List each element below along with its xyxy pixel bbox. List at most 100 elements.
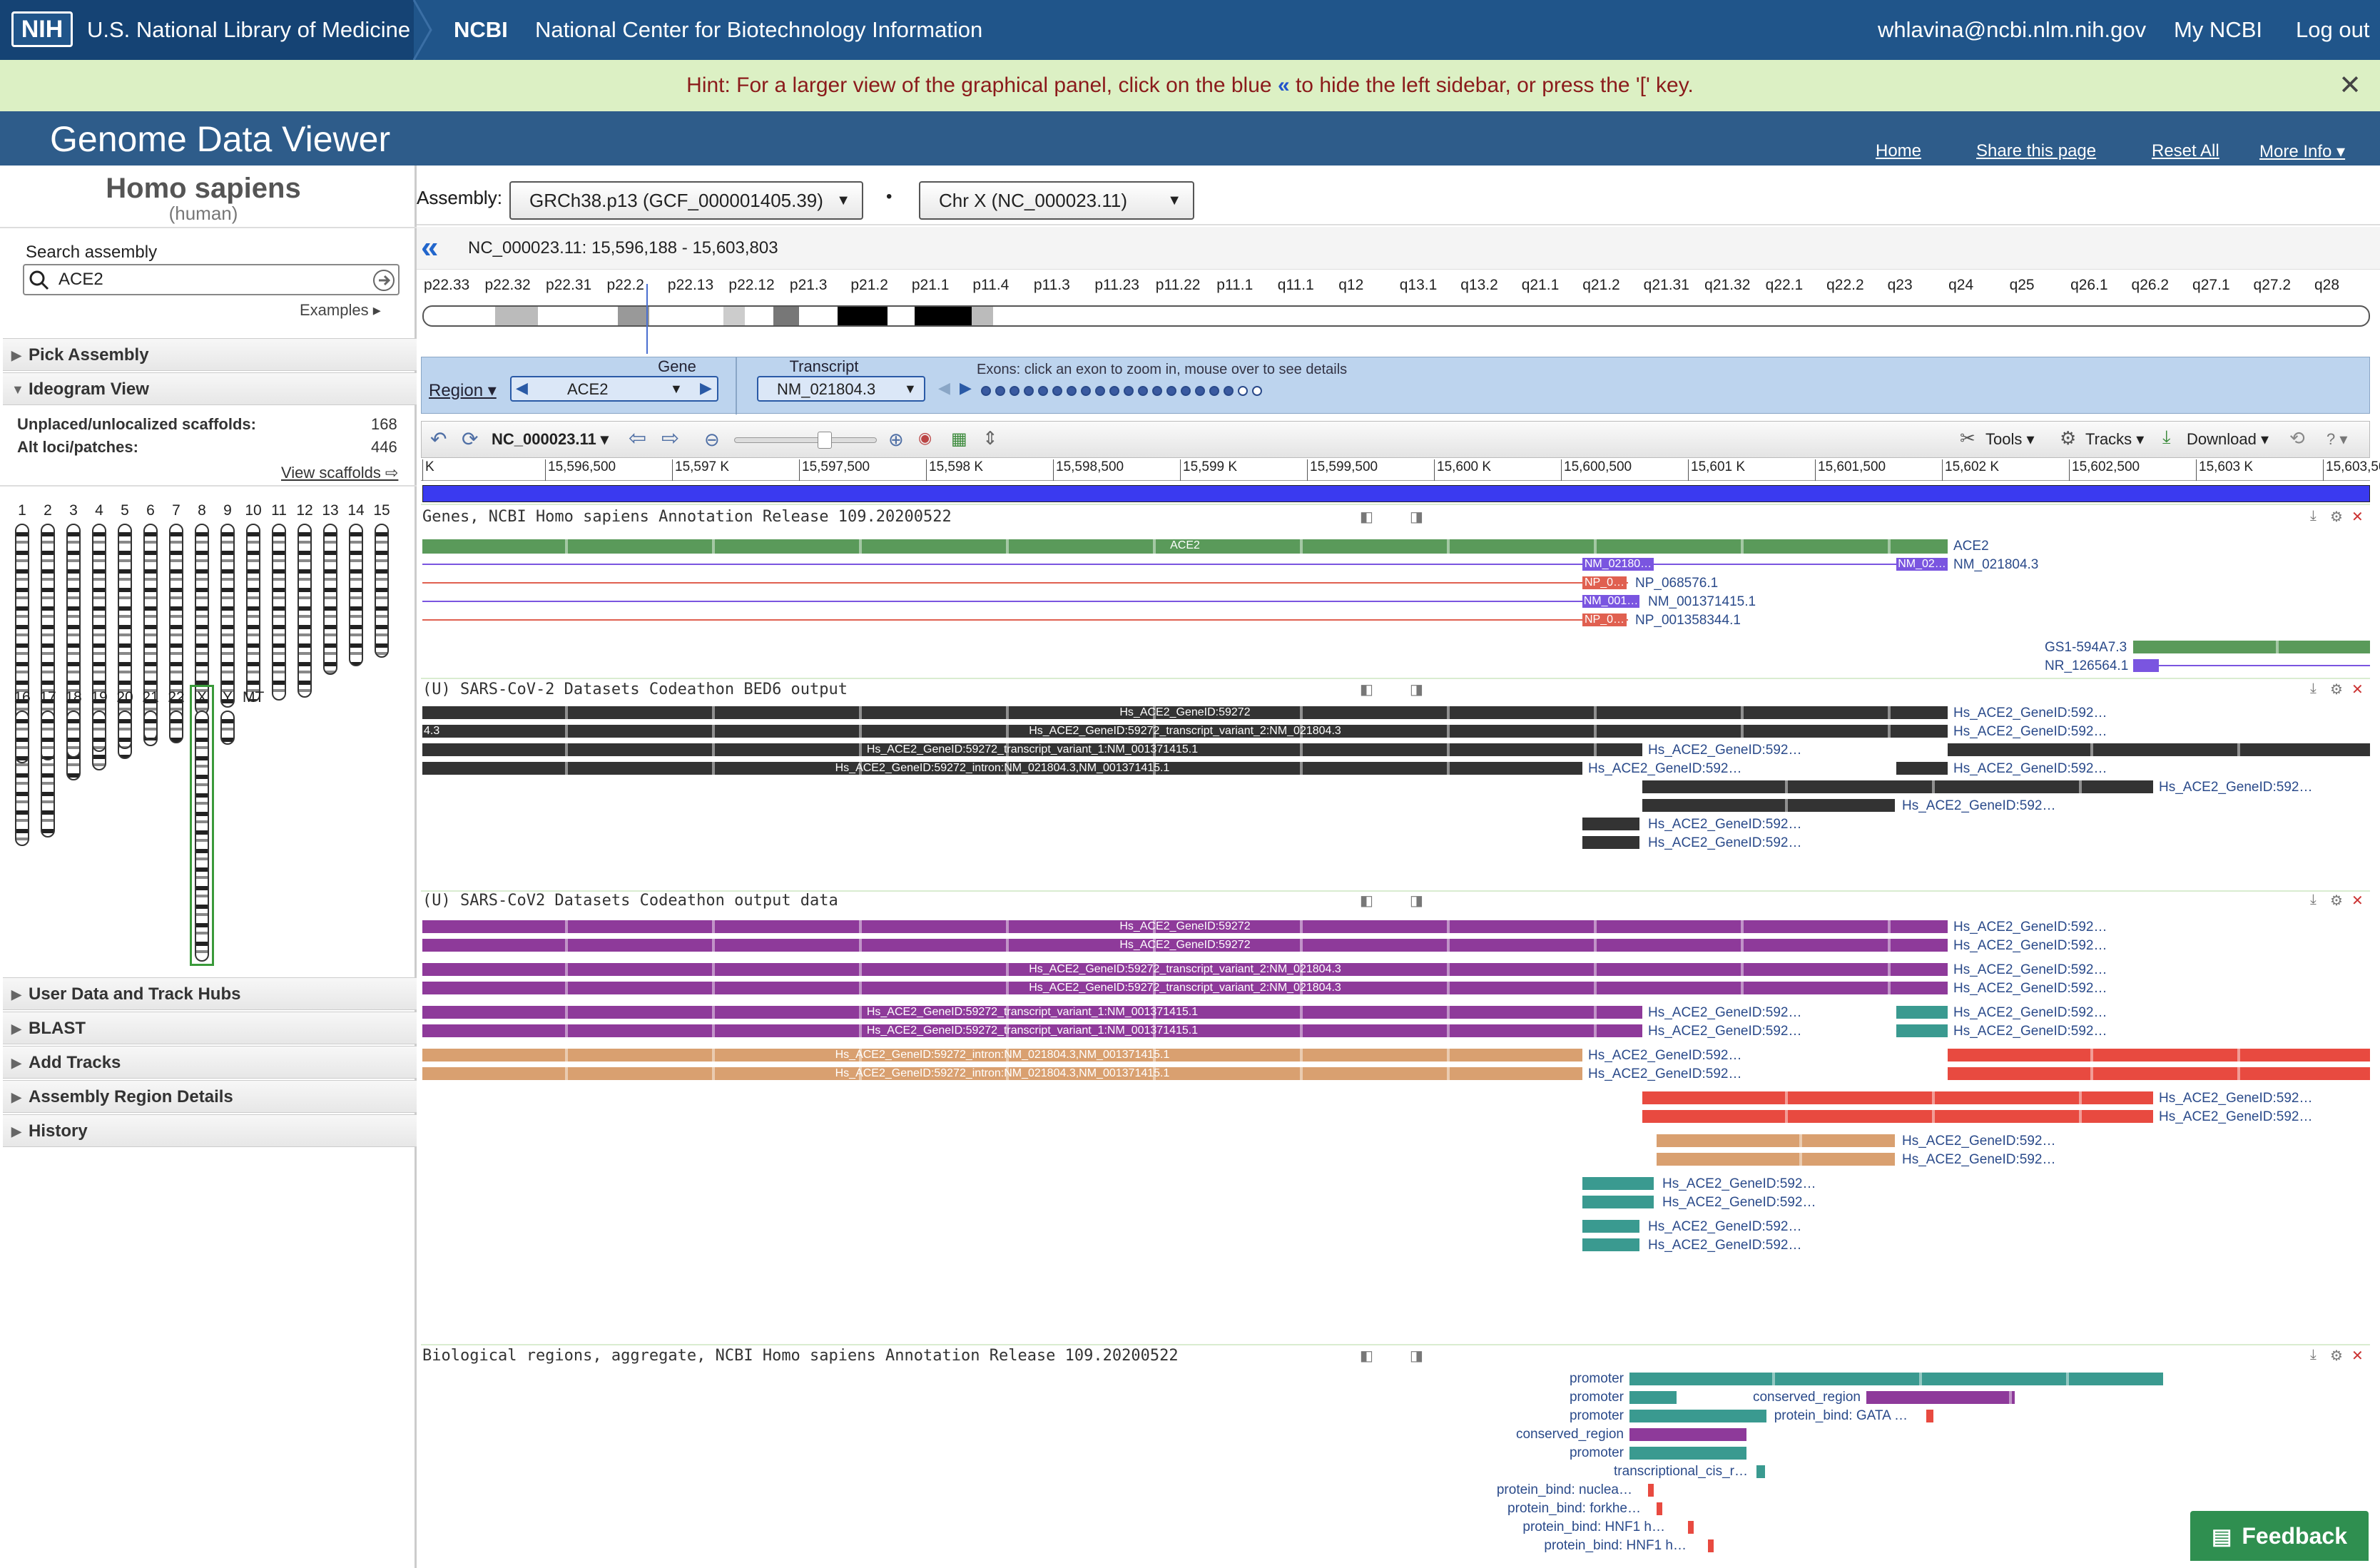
prev-exon-icon[interactable]: ◀	[938, 379, 950, 397]
track-collapse-icon[interactable]: ◧	[1360, 681, 1373, 698]
output-feature-label[interactable]: Hs_ACE2_GeneID:592…	[1953, 963, 2107, 977]
output-feature[interactable]	[1642, 1091, 2153, 1104]
bio-label[interactable]: protein_bind: forkhe…	[1427, 1501, 1641, 1517]
exon-dot[interactable]	[1138, 386, 1148, 396]
output-feature[interactable]: Hs_ACE2_GeneID:59272	[422, 939, 1948, 952]
chromosome-15[interactable]	[375, 524, 389, 658]
bed-feature-label[interactable]: Hs_ACE2_GeneID:592…	[1648, 836, 1801, 850]
output-feature-label[interactable]: Hs_ACE2_GeneID:592…	[2159, 1110, 2312, 1124]
zoom-out-icon[interactable]: ⊖	[704, 429, 720, 451]
output-feature-label[interactable]: Hs_ACE2_GeneID:592…	[1662, 1196, 1816, 1210]
exon-dot[interactable]	[995, 386, 1005, 396]
bio-label[interactable]: promoter	[1410, 1445, 1624, 1461]
tools-icon[interactable]: ✂	[1960, 427, 1975, 449]
bed-feature-label[interactable]: Hs_ACE2_GeneID:592…	[1953, 706, 2107, 721]
bed-feature[interactable]: 4.3 Hs_ACE2_GeneID:59272_transcript_varia…	[422, 725, 1948, 738]
track-settings-icon[interactable]: ⚙	[2330, 1347, 2343, 1365]
track-collapse-icon[interactable]: ◧	[1360, 508, 1373, 526]
bio-feature[interactable]	[1688, 1521, 1694, 1534]
track-expand-icon[interactable]: ◨	[1410, 892, 1423, 910]
zoom-in-icon[interactable]: ⊕	[888, 429, 904, 451]
chromosome-14[interactable]	[349, 524, 363, 666]
chromosome-16[interactable]	[15, 711, 29, 763]
output-feature[interactable]	[1582, 1177, 1654, 1190]
track-collapse-icon[interactable]: ◧	[1360, 892, 1373, 910]
bed-feature[interactable]	[1582, 836, 1639, 849]
output-feature[interactable]	[1642, 1110, 2153, 1123]
exon-dot[interactable]	[1024, 386, 1034, 396]
bio-feature[interactable]	[1657, 1502, 1662, 1515]
exon-dot[interactable]	[1238, 386, 1248, 396]
bed-feature[interactable]: Hs_ACE2_GeneID:59272	[422, 706, 1948, 719]
exon-dot[interactable]	[1095, 386, 1105, 396]
ideogram-view-section[interactable]: ▼ Ideogram View	[3, 372, 417, 405]
share-link[interactable]: Share this page	[1976, 141, 2096, 161]
bio-label[interactable]: conserved_region	[1647, 1390, 1861, 1405]
track-settings-icon[interactable]: ⚙	[2330, 508, 2343, 526]
bed-feature-label[interactable]: Hs_ACE2_GeneID:592…	[1953, 762, 2107, 776]
transcript-select[interactable]: NM_021804.3 ▼	[757, 376, 925, 402]
bed-feature-label[interactable]: Hs_ACE2_GeneID:592…	[1953, 725, 2107, 739]
zoom-slider[interactable]	[734, 432, 877, 449]
chromosome-y[interactable]	[220, 711, 235, 745]
close-icon[interactable]: ✕	[2339, 60, 2361, 111]
gene-label-gs1[interactable]: GS1-594A7.3	[2045, 641, 2127, 655]
output-feature[interactable]: Hs_ACE2_GeneID:59272_intron:NM_021804.3,…	[422, 1049, 1582, 1062]
gear-icon[interactable]: ⚙	[2060, 427, 2076, 449]
bio-label[interactable]: protein_bind: HNF1 h…	[1451, 1519, 1665, 1535]
output-feature-label[interactable]: Hs_ACE2_GeneID:592…	[1588, 1067, 1741, 1081]
bed-feature[interactable]	[1582, 818, 1639, 830]
output-feature-label[interactable]: Hs_ACE2_GeneID:592…	[2159, 1091, 2312, 1106]
home-link[interactable]: Home	[1876, 141, 1921, 161]
exon-block[interactable]	[2133, 659, 2159, 672]
output-feature-label[interactable]: Hs_ACE2_GeneID:592…	[1953, 1024, 2107, 1039]
track-download-icon[interactable]: ⤓	[2310, 508, 2317, 524]
bio-label[interactable]: transcriptional_cis_r…	[1534, 1464, 1748, 1480]
track-expand-icon[interactable]: ◨	[1410, 508, 1423, 526]
track-settings-icon[interactable]: ⚙	[2330, 892, 2343, 910]
ncbi-full-name[interactable]: National Center for Biotechnology Inform…	[535, 0, 982, 60]
output-feature[interactable]	[1896, 1024, 1948, 1037]
help-menu[interactable]: ? ▾	[2326, 430, 2347, 449]
bed-feature[interactable]	[1896, 762, 1948, 775]
bed-feature-label[interactable]: Hs_ACE2_GeneID:592…	[1648, 818, 1801, 832]
bed-feature[interactable]	[1642, 780, 2153, 793]
output-feature[interactable]	[1948, 1067, 2370, 1080]
pan-left-icon[interactable]: ⇦	[629, 426, 646, 451]
exon-dot[interactable]	[981, 386, 991, 396]
cds-block[interactable]: NP_0…	[1582, 576, 1627, 589]
exon-dot[interactable]	[1109, 386, 1119, 396]
output-feature-label[interactable]: Hs_ACE2_GeneID:592…	[1648, 1024, 1801, 1039]
refresh-icon[interactable]: ⟳	[462, 427, 478, 451]
exon-dot[interactable]	[1209, 386, 1219, 396]
track-close-icon[interactable]: ✕	[2351, 508, 2364, 526]
exon-dot[interactable]	[1052, 386, 1062, 396]
bio-feature[interactable]	[1708, 1539, 1714, 1552]
output-feature-label[interactable]: Hs_ACE2_GeneID:592…	[1648, 1006, 1801, 1020]
download-icon[interactable]: ⤓	[2162, 426, 2171, 449]
output-feature[interactable]	[1657, 1153, 1895, 1166]
bio-label[interactable]: promoter	[1410, 1408, 1624, 1424]
exon-dot[interactable]	[1081, 386, 1091, 396]
bio-feature[interactable]	[1756, 1465, 1765, 1478]
exon-dot[interactable]	[1038, 386, 1048, 396]
bio-label[interactable]: promoter	[1410, 1371, 1624, 1387]
exon-dot[interactable]	[1252, 386, 1262, 396]
chromosome-19[interactable]	[92, 711, 106, 752]
chromosome-12[interactable]	[298, 524, 312, 698]
bio-feature[interactable]	[1629, 1447, 1746, 1460]
track-expand-icon[interactable]: ◨	[1410, 1347, 1423, 1365]
view-scaffolds-link[interactable]: View scaffolds ⇨	[281, 464, 398, 482]
tracks-menu[interactable]: Tracks ▾	[2085, 430, 2144, 449]
output-feature-label[interactable]: Hs_ACE2_GeneID:592…	[1588, 1049, 1741, 1063]
transcript-label-nm001371415[interactable]: NM_001371415.1	[1648, 595, 1756, 609]
output-feature-label[interactable]: Hs_ACE2_GeneID:592…	[1902, 1153, 2055, 1167]
output-feature[interactable]	[1582, 1196, 1654, 1208]
bed-feature[interactable]	[1642, 799, 1895, 812]
zoom-slider-thumb[interactable]	[818, 432, 832, 449]
bio-label[interactable]: protein_bind: GATA …	[1694, 1408, 1908, 1424]
sequence-zoom-icon[interactable]: ◉	[918, 429, 932, 447]
output-feature-label[interactable]: Hs_ACE2_GeneID:592…	[1648, 1238, 1801, 1253]
gene-label-nr126564[interactable]: NR_126564.1	[2045, 659, 2128, 673]
bed-feature-label[interactable]: Hs_ACE2_GeneID:592…	[1648, 743, 1801, 758]
